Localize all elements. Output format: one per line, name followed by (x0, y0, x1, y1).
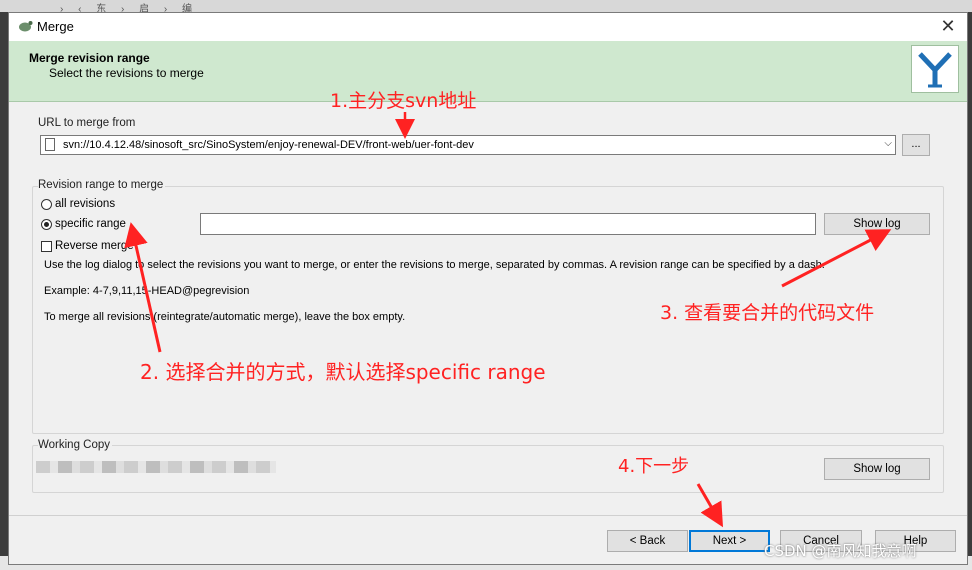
specific-range-label[interactable]: specific range (55, 218, 126, 230)
title-bar: Merge ✕ (9, 13, 967, 41)
revision-range-label: Revision range to merge (38, 179, 166, 191)
url-group-label: URL to merge from (38, 117, 136, 129)
all-revisions-radio[interactable] (41, 199, 52, 210)
footer-separator (9, 515, 967, 516)
reverse-merge-label[interactable]: Reverse merge (55, 240, 134, 252)
url-value: svn://10.4.12.48/sinosoft_src/SinoSystem… (63, 139, 474, 151)
merge-logo-icon (911, 45, 959, 93)
working-copy-show-log-button[interactable]: Show log (824, 458, 930, 480)
annotation-1: 1.主分支svn地址 (330, 90, 477, 112)
window-title: Merge (37, 19, 74, 34)
annotation-3: 3. 查看要合并的代码文件 (660, 302, 875, 324)
chevron-down-icon[interactable]: ⌵ (884, 138, 892, 149)
annotation-2: 2. 选择合并的方式，默认选择specific range (140, 360, 546, 384)
csdn-watermark: CSDN @南风知我意啊 (764, 542, 917, 560)
next-button[interactable]: Next > (689, 530, 770, 552)
help-text-reintegrate: To merge all revisions (reintegrate/auto… (44, 311, 406, 323)
browse-url-button[interactable]: ... (902, 134, 930, 156)
back-button[interactable]: < Back (607, 530, 688, 552)
working-copy-label: Working Copy (38, 439, 113, 451)
reverse-merge-checkbox[interactable] (41, 241, 52, 252)
document-icon (45, 138, 55, 151)
annotation-4: 4.下一步 (618, 456, 690, 477)
working-copy-path-redacted (36, 461, 276, 473)
close-icon[interactable]: ✕ (937, 15, 959, 37)
header-subtitle: Select the revisions to merge (49, 66, 204, 80)
header-title: Merge revision range (29, 51, 150, 65)
all-revisions-label[interactable]: all revisions (55, 198, 115, 210)
revision-range-input[interactable] (200, 213, 816, 235)
show-log-button[interactable]: Show log (824, 213, 930, 235)
help-text-log-dialog: Use the log dialog to select the revisio… (44, 259, 825, 271)
tortoise-app-icon (19, 21, 33, 32)
specific-range-radio[interactable] (41, 219, 52, 230)
example-text: Example: 4-7,9,11,15-HEAD@pegrevision (44, 285, 250, 297)
background-window-strip: › ‹ 东 › 启 › 编 (0, 0, 972, 15)
wizard-header: Merge revision range Select the revision… (9, 41, 967, 102)
url-combobox[interactable]: svn://10.4.12.48/sinosoft_src/SinoSystem… (40, 135, 896, 155)
